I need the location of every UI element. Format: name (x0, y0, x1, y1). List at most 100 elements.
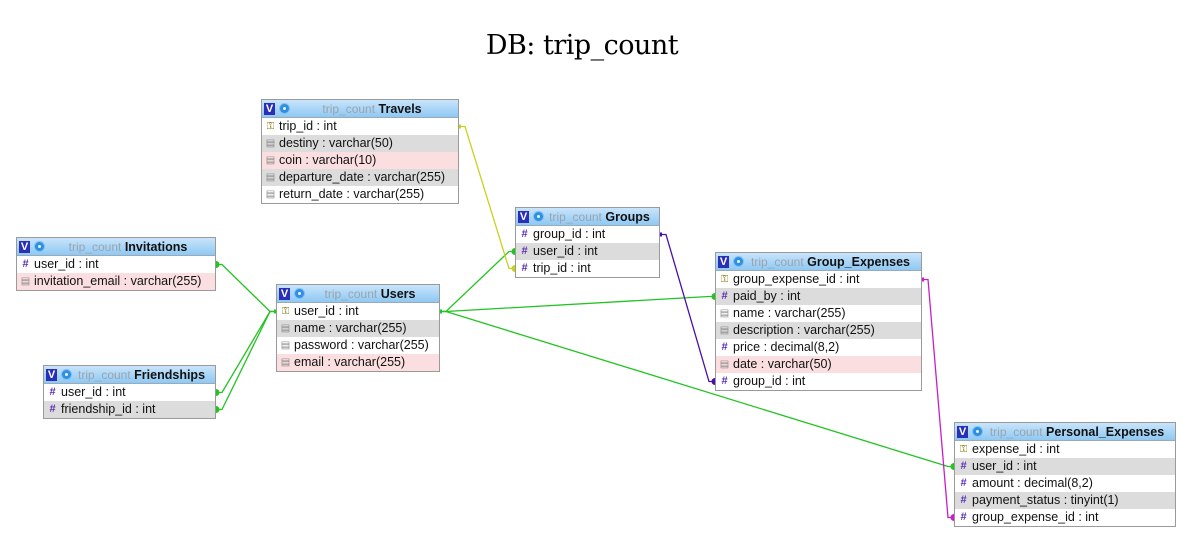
column-row[interactable]: ▤ name : varchar(255) (277, 320, 439, 337)
column-label: date : varchar(50) (733, 357, 832, 371)
column-row[interactable]: ▤ invitation_email : varchar(255) (17, 273, 215, 290)
column-row[interactable]: # amount : decimal(8,2) (955, 475, 1175, 492)
hash-icon: # (521, 262, 528, 274)
v-icon[interactable]: V (46, 368, 57, 381)
column-label: name : varchar(255) (294, 321, 407, 335)
v-icon[interactable]: V (957, 425, 968, 438)
table-db-prefix: trip_count (750, 254, 804, 269)
v-icon[interactable]: V (518, 210, 529, 223)
gear-icon[interactable] (34, 241, 45, 252)
table-header[interactable]: Vtrip_count Friendships (44, 366, 215, 384)
v-icon[interactable]: V (279, 287, 290, 300)
column-row[interactable]: # paid_by : int (716, 288, 921, 305)
table-title: trip_count Users (305, 287, 439, 301)
column-label: invitation_email : varchar(255) (34, 274, 202, 288)
column-row[interactable]: # payment_status : tinyint(1) (955, 492, 1175, 509)
v-icon[interactable]: V (264, 102, 275, 115)
column-row[interactable]: # trip_id : int (516, 260, 659, 277)
gear-icon[interactable] (61, 369, 72, 380)
column-label: trip_id : int (279, 119, 337, 133)
column-row[interactable]: ⚿ user_id : int (277, 303, 439, 320)
column-row[interactable]: ⚿ expense_id : int (955, 441, 1175, 458)
column-row[interactable]: # group_id : int (716, 373, 921, 390)
table-header[interactable]: Vtrip_count Personal_Expenses (955, 423, 1175, 441)
table-group-expenses[interactable]: Vtrip_count Group_Expenses ⚿ group_expense… (715, 252, 922, 391)
table-users[interactable]: Vtrip_count Users ⚿ user_id : int ▤ name : v… (276, 284, 440, 372)
column-row[interactable]: ⚿ group_expense_id : int (716, 271, 921, 288)
table-db-prefix: trip_count (989, 424, 1043, 439)
column-row[interactable]: ▤ destiny : varchar(50) (262, 135, 458, 152)
relation-line (660, 233, 715, 383)
column-row[interactable]: # user_id : int (516, 243, 659, 260)
column-row[interactable]: ▤ date : varchar(50) (716, 356, 921, 373)
v-icon[interactable]: V (718, 255, 729, 268)
column-row[interactable]: # user_id : int (44, 384, 215, 401)
table-friendships[interactable]: Vtrip_count Friendships # user_id : int # fr… (43, 365, 216, 419)
table-header[interactable]: Vtrip_count Travels (262, 100, 458, 118)
column-row[interactable]: ▤ return_date : varchar(255) (262, 186, 458, 203)
column-row[interactable]: ▤ password : varchar(255) (277, 337, 439, 354)
column-row[interactable]: # group_id : int (516, 226, 659, 243)
table-name: Groups (605, 209, 650, 224)
column-label: departure_date : varchar(255) (279, 170, 446, 184)
column-row[interactable]: ▤ coin : varchar(10) (262, 152, 458, 169)
table-name: Friendships (134, 367, 206, 382)
gear-icon[interactable] (533, 211, 544, 222)
column-label: user_id : int (61, 385, 126, 399)
table-title: trip_count Group_Expenses (744, 255, 921, 269)
hash-icon: # (22, 258, 29, 270)
table-personal-expenses[interactable]: Vtrip_count Personal_Expenses ⚿ expense_id… (954, 422, 1176, 527)
table-header[interactable]: Vtrip_count Invitations (17, 238, 215, 256)
gear-icon[interactable] (279, 103, 290, 114)
column-row[interactable]: # user_id : int (955, 458, 1175, 475)
column-label: paid_by : int (733, 289, 801, 303)
gear-icon[interactable] (733, 256, 744, 267)
table-header[interactable]: Vtrip_count Groups (516, 208, 659, 226)
column-row[interactable]: ▤ departure_date : varchar(255) (262, 169, 458, 186)
table-header[interactable]: Vtrip_count Users (277, 285, 439, 303)
column-label: description : varchar(255) (733, 323, 875, 337)
column-row[interactable]: ▤ email : varchar(255) (277, 354, 439, 371)
relation-line (459, 125, 515, 270)
relation-line (922, 278, 954, 519)
column-row[interactable]: # price : decimal(8,2) (716, 339, 921, 356)
table-name: Invitations (124, 239, 188, 254)
table-db-prefix: trip_count (77, 367, 131, 382)
relation-line (216, 263, 276, 313)
table-header[interactable]: Vtrip_count Group_Expenses (716, 253, 921, 271)
column-label: payment_status : tinyint(1) (972, 493, 1119, 507)
column-label: name : varchar(255) (733, 306, 846, 320)
relation-line (216, 310, 276, 411)
column-label: password : varchar(255) (294, 338, 429, 352)
column-row[interactable]: ⚿ trip_id : int (262, 118, 458, 135)
column-row[interactable]: # friendship_id : int (44, 401, 215, 418)
column-label: friendship_id : int (61, 402, 156, 416)
text-icon: ▤ (265, 155, 276, 166)
column-label: return_date : varchar(255) (279, 187, 425, 201)
hash-icon: # (521, 228, 528, 240)
text-icon: ▤ (280, 357, 291, 368)
column-row[interactable]: ▤ name : varchar(255) (716, 305, 921, 322)
key-icon: ⚿ (720, 274, 729, 285)
gear-icon[interactable] (294, 288, 305, 299)
column-label: expense_id : int (972, 442, 1060, 456)
v-icon[interactable]: V (19, 240, 30, 253)
column-label: coin : varchar(10) (279, 153, 377, 167)
table-invitations[interactable]: Vtrip_count Invitations # user_id : int ▤ in… (16, 237, 216, 291)
table-db-prefix: trip_count (549, 209, 602, 224)
table-title: trip_count Friendships (72, 368, 215, 382)
key-icon: ⚿ (959, 444, 968, 455)
column-row[interactable]: # group_expense_id : int (955, 509, 1175, 526)
column-label: user_id : int (972, 459, 1037, 473)
hash-icon: # (521, 245, 528, 257)
table-name: Users (380, 286, 416, 301)
table-travels[interactable]: Vtrip_count Travels ⚿ trip_id : int ▤ destin… (261, 99, 459, 204)
gear-icon[interactable] (972, 426, 983, 437)
column-label: group_expense_id : int (972, 510, 1099, 524)
column-row[interactable]: # user_id : int (17, 256, 215, 273)
hash-icon: # (960, 494, 967, 506)
text-icon: ▤ (20, 276, 31, 287)
hash-icon: # (721, 290, 728, 302)
table-groups[interactable]: Vtrip_count Groups # group_id : int # user_i… (515, 207, 660, 278)
column-row[interactable]: ▤ description : varchar(255) (716, 322, 921, 339)
